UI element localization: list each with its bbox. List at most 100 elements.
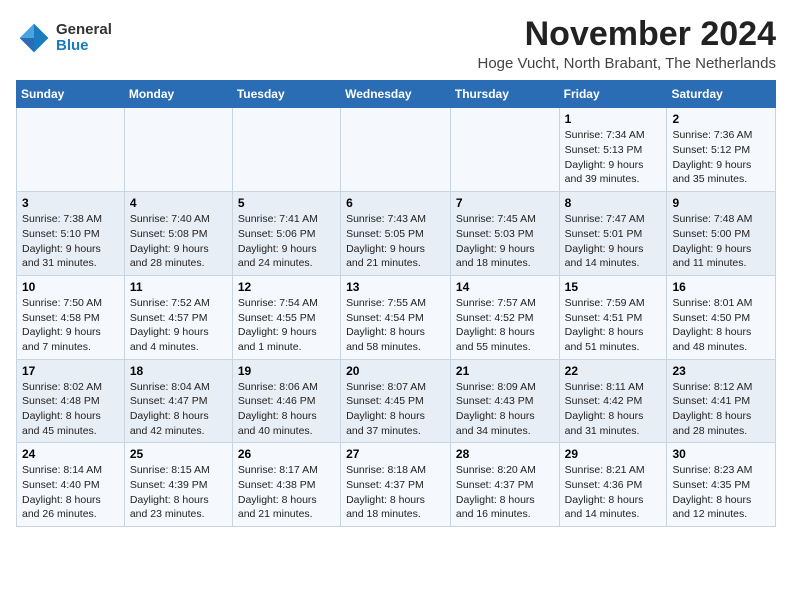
calendar-cell [17,108,125,192]
calendar-cell: 29 Sunrise: 8:21 AM Sunset: 4:36 PM Dayli… [559,443,667,527]
title-section: November 2024 Hoge Vucht, North Brabant,… [477,16,776,72]
day-detail: Sunrise: 7:57 AM Sunset: 4:52 PM Dayligh… [456,297,536,353]
day-detail: Sunrise: 8:11 AM Sunset: 4:42 PM Dayligh… [565,381,644,437]
day-number: 16 [672,280,770,294]
calendar-cell: 10 Sunrise: 7:50 AM Sunset: 4:58 PM Dayli… [17,275,125,359]
day-number: 26 [238,447,335,461]
day-detail: Sunrise: 8:14 AM Sunset: 4:40 PM Dayligh… [22,464,102,520]
day-number: 20 [346,364,445,378]
day-number: 29 [565,447,662,461]
calendar-cell: 11Sunrise: 7:52 AM Sunset: 4:57 PM Dayli… [124,275,232,359]
day-number: 24 [22,447,119,461]
weekday-header: Thursday [450,81,559,108]
calendar-cell: 17 Sunrise: 8:02 AM Sunset: 4:48 PM Dayli… [17,359,125,443]
day-number: 27 [346,447,445,461]
day-detail: Sunrise: 8:09 AM Sunset: 4:43 PM Dayligh… [456,381,536,437]
day-number: 25 [130,447,227,461]
day-detail: Sunrise: 8:17 AM Sunset: 4:38 PM Dayligh… [238,464,318,520]
day-number: 12 [238,280,335,294]
day-detail: Sunrise: 7:43 AM Sunset: 5:05 PM Dayligh… [346,213,426,269]
calendar-cell: 15 Sunrise: 7:59 AM Sunset: 4:51 PM Dayli… [559,275,667,359]
calendar-week-row: 1 Sunrise: 7:34 AM Sunset: 5:13 PM Daylig… [17,108,776,192]
day-number: 11 [130,280,227,294]
weekday-header: Monday [124,81,232,108]
header-row: SundayMondayTuesdayWednesdayThursdayFrid… [17,81,776,108]
day-number: 7 [456,196,554,210]
day-number: 21 [456,364,554,378]
day-number: 19 [238,364,335,378]
day-number: 3 [22,196,119,210]
calendar-cell [341,108,451,192]
weekday-header: Tuesday [232,81,340,108]
day-number: 4 [130,196,227,210]
weekday-header: Friday [559,81,667,108]
day-detail: Sunrise: 8:23 AM Sunset: 4:35 PM Dayligh… [672,464,752,520]
day-detail: Sunrise: 8:18 AM Sunset: 4:37 PM Dayligh… [346,464,426,520]
day-detail: Sunrise: 7:47 AM Sunset: 5:01 PM Dayligh… [565,213,645,269]
calendar-week-row: 10 Sunrise: 7:50 AM Sunset: 4:58 PM Dayli… [17,275,776,359]
day-detail: Sunrise: 8:04 AM Sunset: 4:47 PM Dayligh… [130,381,210,437]
day-detail: Sunrise: 7:38 AM Sunset: 5:10 PM Dayligh… [22,213,102,269]
day-detail: Sunrise: 7:55 AM Sunset: 4:54 PM Dayligh… [346,297,426,353]
day-number: 6 [346,196,445,210]
calendar-cell: 4Sunrise: 7:40 AM Sunset: 5:08 PM Daylig… [124,192,232,276]
day-number: 15 [565,280,662,294]
calendar-cell [124,108,232,192]
calendar-cell: 1 Sunrise: 7:34 AM Sunset: 5:13 PM Daylig… [559,108,667,192]
calendar-cell: 9 Sunrise: 7:48 AM Sunset: 5:00 PM Daylig… [667,192,776,276]
logo-text: General Blue [56,22,112,55]
day-detail: Sunrise: 8:07 AM Sunset: 4:45 PM Dayligh… [346,381,426,437]
calendar-cell: 3 Sunrise: 7:38 AM Sunset: 5:10 PM Daylig… [17,192,125,276]
weekday-header: Saturday [667,81,776,108]
calendar-cell: 2Sunrise: 7:36 AM Sunset: 5:12 PM Daylig… [667,108,776,192]
day-number: 13 [346,280,445,294]
calendar-week-row: 24 Sunrise: 8:14 AM Sunset: 4:40 PM Dayli… [17,443,776,527]
logo: General Blue [16,20,112,56]
calendar-cell: 7Sunrise: 7:45 AM Sunset: 5:03 PM Daylig… [450,192,559,276]
weekday-header: Sunday [17,81,125,108]
calendar-cell: 12 Sunrise: 7:54 AM Sunset: 4:55 PM Dayli… [232,275,340,359]
day-number: 23 [672,364,770,378]
calendar-cell [450,108,559,192]
day-number: 1 [565,112,662,126]
day-number: 2 [672,112,770,126]
calendar-cell: 13 Sunrise: 7:55 AM Sunset: 4:54 PM Dayli… [341,275,451,359]
day-detail: Sunrise: 8:06 AM Sunset: 4:46 PM Dayligh… [238,381,318,437]
day-detail: Sunrise: 7:34 AM Sunset: 5:13 PM Dayligh… [565,129,645,185]
calendar-header: SundayMondayTuesdayWednesdayThursdayFrid… [17,81,776,108]
calendar-cell: 25 Sunrise: 8:15 AM Sunset: 4:39 PM Dayli… [124,443,232,527]
month-title: November 2024 [477,16,776,53]
calendar-cell: 22 Sunrise: 8:11 AM Sunset: 4:42 PM Dayli… [559,359,667,443]
day-detail: Sunrise: 7:54 AM Sunset: 4:55 PM Dayligh… [238,297,318,353]
day-number: 9 [672,196,770,210]
day-detail: Sunrise: 7:48 AM Sunset: 5:00 PM Dayligh… [672,213,752,269]
day-detail: Sunrise: 7:50 AM Sunset: 4:58 PM Dayligh… [22,297,102,353]
weekday-header: Wednesday [341,81,451,108]
calendar-cell: 20 Sunrise: 8:07 AM Sunset: 4:45 PM Dayli… [341,359,451,443]
calendar-cell: 5Sunrise: 7:41 AM Sunset: 5:06 PM Daylig… [232,192,340,276]
calendar-cell: 24 Sunrise: 8:14 AM Sunset: 4:40 PM Dayli… [17,443,125,527]
calendar-cell: 8 Sunrise: 7:47 AM Sunset: 5:01 PM Daylig… [559,192,667,276]
day-number: 22 [565,364,662,378]
calendar-cell: 6 Sunrise: 7:43 AM Sunset: 5:05 PM Daylig… [341,192,451,276]
day-detail: Sunrise: 8:01 AM Sunset: 4:50 PM Dayligh… [672,297,752,353]
day-detail: Sunrise: 7:59 AM Sunset: 4:51 PM Dayligh… [565,297,645,353]
day-detail: Sunrise: 8:02 AM Sunset: 4:48 PM Dayligh… [22,381,102,437]
calendar-cell: 28Sunrise: 8:20 AM Sunset: 4:37 PM Dayli… [450,443,559,527]
calendar-week-row: 17 Sunrise: 8:02 AM Sunset: 4:48 PM Dayli… [17,359,776,443]
day-detail: Sunrise: 8:15 AM Sunset: 4:39 PM Dayligh… [130,464,210,520]
calendar-body: 1 Sunrise: 7:34 AM Sunset: 5:13 PM Daylig… [17,108,776,527]
day-detail: Sunrise: 8:12 AM Sunset: 4:41 PM Dayligh… [672,381,752,437]
day-number: 30 [672,447,770,461]
day-number: 10 [22,280,119,294]
calendar-table: SundayMondayTuesdayWednesdayThursdayFrid… [16,80,776,527]
day-number: 8 [565,196,662,210]
day-detail: Sunrise: 8:21 AM Sunset: 4:36 PM Dayligh… [565,464,645,520]
calendar-cell [232,108,340,192]
calendar-cell: 30 Sunrise: 8:23 AM Sunset: 4:35 PM Dayli… [667,443,776,527]
day-number: 28 [456,447,554,461]
day-number: 17 [22,364,119,378]
calendar-cell: 26 Sunrise: 8:17 AM Sunset: 4:38 PM Dayli… [232,443,340,527]
calendar-week-row: 3 Sunrise: 7:38 AM Sunset: 5:10 PM Daylig… [17,192,776,276]
logo-general: General [56,22,112,39]
